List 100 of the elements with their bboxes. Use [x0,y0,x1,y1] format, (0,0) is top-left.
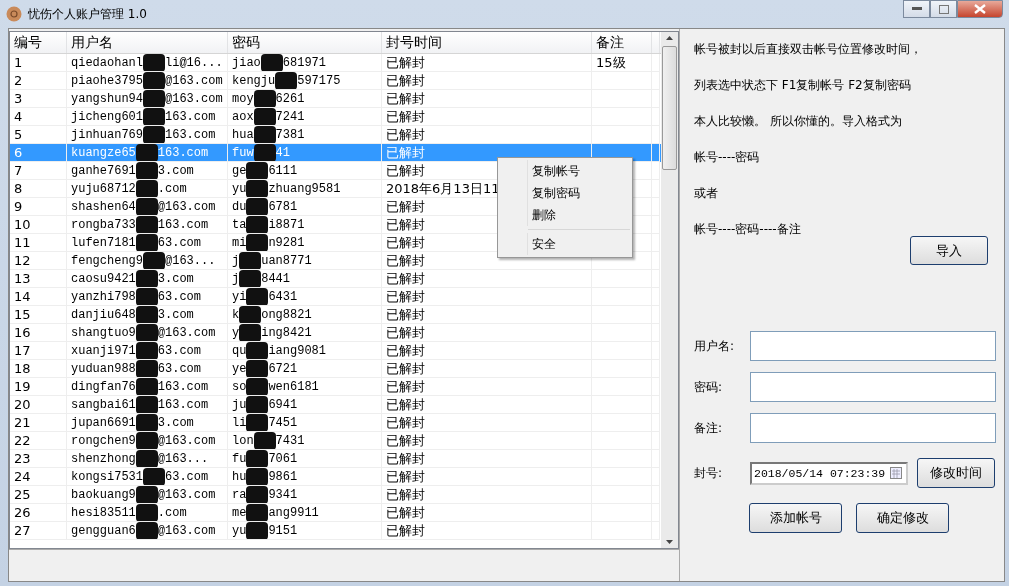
change-time-button[interactable]: 修改时间 [917,458,995,488]
menu-item[interactable]: 复制帐号 [527,160,632,182]
table-row[interactable]: 23 shenzhong @163... fu 7061 已解封 [10,450,661,468]
table-cell-text: @163.com [157,199,216,215]
table-row[interactable]: 25 baokuang9 @163.com ra 9341 已解封 [10,486,661,504]
table-row[interactable]: 13 caosu9421 3.com j 8441 已解封 [10,270,661,288]
close-button[interactable] [957,0,1003,18]
table-cell: 已解封 [382,468,592,486]
column-header[interactable]: 编号 [10,32,67,53]
table-cell-text: 6261 [275,91,305,107]
table-cell-text: 3.com [157,307,194,323]
redaction-mark [135,324,158,341]
calendar-icon[interactable] [890,467,902,479]
table-cell-text: 6781 [268,199,298,215]
table-cell: 已解封 [382,342,592,360]
table-cell: 已解封 [382,306,592,324]
table-cell: 12 [10,252,67,270]
menu-item[interactable]: 复制密码 [527,182,632,204]
help-text: 或者 [694,185,719,202]
minimize-icon[interactable] [911,7,922,11]
table-cell-text: 63.com [157,289,202,305]
redaction-mark [246,180,269,197]
table-cell-text: 163.com [157,217,209,233]
table-row[interactable]: 21 jupan6691 3.com li 7451 已解封 [10,414,661,432]
table-cell-text: du [232,199,247,215]
table-cell: 16 [10,324,67,342]
table-row[interactable]: 16 shangtuo9 @163.com y ing8421 已解封 [10,324,661,342]
redaction-mark [135,414,158,431]
redaction-mark [246,396,269,413]
table-cell-text: xuanji971 [71,343,136,359]
redaction-mark [135,288,158,305]
table-cell: 已解封 [382,360,592,378]
date-picker[interactable]: 2018/05/14 07:23:39 [750,461,908,485]
table-row[interactable]: 14 yanzhi798 63.com yi 6431 已解封 [10,288,661,306]
table-row[interactable]: 26 hesi83511 .com me ang9911 已解封 [10,504,661,522]
table-cell-text: j [232,253,240,269]
table-cell-text: mi [232,235,247,251]
table-cell-text: @163.com [165,91,223,107]
table-row[interactable]: 19 dingfan76 163.com so wen6181 已解封 [10,378,661,396]
table-cell-text: dingfan76 [71,379,136,395]
scroll-thumb[interactable] [662,46,677,170]
table-cell-text: 3.com [157,271,194,287]
redaction-mark [239,324,262,341]
table-row[interactable]: 24 kongsi7531 63.com hu 9861 已解封 [10,468,661,486]
menu-item[interactable]: 安全 [527,233,632,255]
help-text: 本人比较懒。 所以你懂的。导入格式为 [694,113,903,130]
redaction-mark [246,342,269,359]
table-cell-text: @163.com [165,73,223,89]
table-cell-text: ra [232,487,247,503]
redaction-mark [135,162,158,179]
import-button[interactable]: 导入 [910,236,988,265]
table-row[interactable]: 17 xuanji971 63.com qu iang9081 已解封 [10,342,661,360]
table-row[interactable]: 27 gengguan6 @163.com yu 9151 已解封 [10,522,661,540]
table-cell-text: jiao [232,55,261,71]
redaction-mark [135,378,158,395]
column-header[interactable]: 密码 [228,32,382,53]
confirm-edit-button[interactable]: 确定修改 [856,503,949,533]
table-cell: 已解封 [382,72,592,90]
redaction-mark [135,504,158,521]
close-icon[interactable] [974,4,986,14]
table-cell-text: yangshun94 [71,91,143,107]
table-row[interactable]: 18 yuduan988 63.com ye 6721 已解封 [10,360,661,378]
column-header[interactable]: 用户名 [67,32,228,53]
maximize-icon[interactable] [938,4,949,14]
maximize-button[interactable] [930,0,957,18]
table-cell-text: 597175 [297,73,341,89]
redaction-mark [135,234,158,251]
table-row[interactable]: 1 qiedaohanl li@16... jiao 681971 已解封 15级 [10,54,661,72]
menu-item[interactable]: 删除 [527,204,632,226]
table-cell: 19 [10,378,67,396]
table-cell-text: wen6181 [268,379,319,395]
table-cell: 已解封 [382,108,592,126]
redaction-mark [246,288,269,305]
redaction-mark [143,126,165,143]
table-cell-text: 7241 [275,109,305,125]
redaction-mark [135,360,158,377]
note-field[interactable] [750,413,996,443]
table-row[interactable]: 2 piaohe3795 @163.com kengju 597175 已解封 [10,72,661,90]
table-row[interactable]: 20 sangbai61 163.com ju 6941 已解封 [10,396,661,414]
table-cell: 已解封 [382,396,592,414]
table-row[interactable]: 15 danjiu648 3.com k ong8821 已解封 [10,306,661,324]
add-account-button[interactable]: 添加帐号 [749,503,842,533]
table-cell-text: 6721 [268,361,298,377]
column-header[interactable]: 备注 [592,32,652,53]
scroll-up-icon[interactable] [666,36,673,40]
table-row[interactable]: 3 yangshun94 @163.com moy 6261 已解封 [10,90,661,108]
table-cell-text: fuw [232,145,254,161]
password-field[interactable] [750,372,996,402]
scroll-down-icon[interactable] [666,540,673,544]
column-header[interactable]: 封号时间 [382,32,592,53]
table-cell-text: hu [232,469,247,485]
username-field[interactable] [750,331,996,361]
scrollbar[interactable] [661,32,678,548]
help-text: 帐号被封以后直接双击帐号位置修改时间， [694,41,923,58]
minimize-button[interactable] [903,0,930,18]
table-cell-text: 3.com [157,415,194,431]
table-row[interactable]: 4 jicheng601 163.com aox 7241 已解封 [10,108,661,126]
redaction-mark [143,108,165,125]
table-cell-text: k [232,307,240,323]
table-row[interactable]: 22 rongchen9 @163.com lon 7431 已解封 [10,432,661,450]
